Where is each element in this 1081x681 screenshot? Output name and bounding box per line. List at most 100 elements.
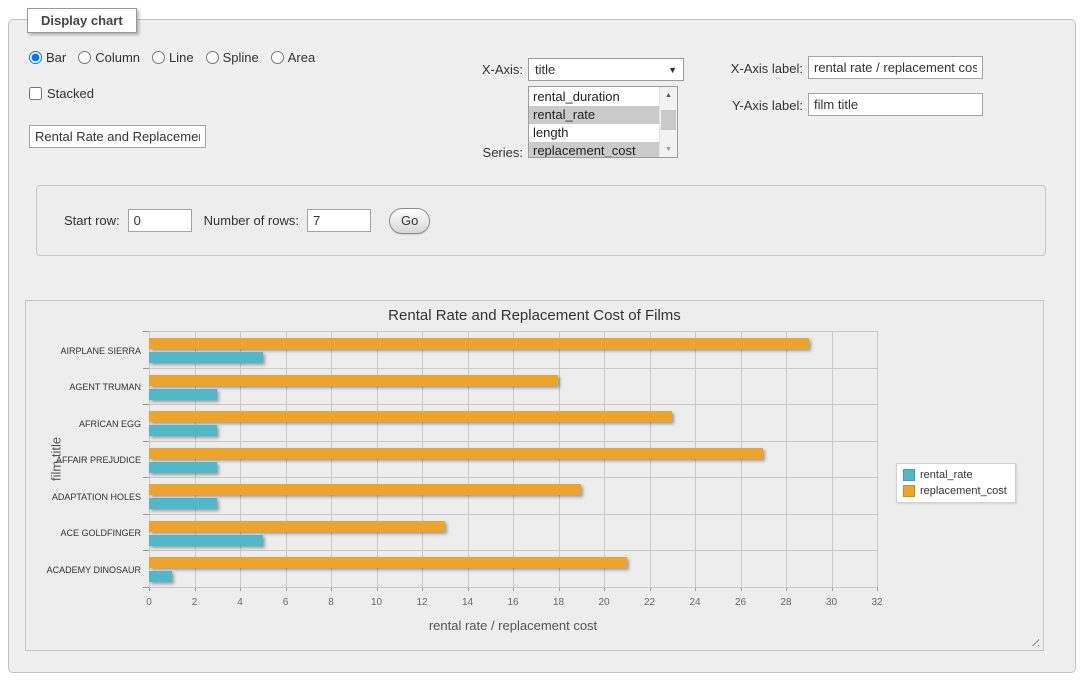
legend-label: replacement_cost <box>920 485 1007 497</box>
x-gridline <box>877 331 878 587</box>
series-option-rental_duration[interactable]: rental_duration <box>529 88 660 106</box>
x-tick-label: 8 <box>316 597 346 608</box>
y-gridline <box>149 368 877 369</box>
x-tick-label: 24 <box>680 597 710 608</box>
y-tick-mark <box>143 368 149 369</box>
x-gridline <box>741 331 742 587</box>
bar-rental_rate <box>149 352 263 363</box>
listbox-scrollbar[interactable]: ▲ ▼ <box>659 87 677 157</box>
x-gridline <box>513 331 514 587</box>
resize-handle-icon[interactable] <box>1028 635 1039 646</box>
plot-area: 02468101214161820222426283032AIRPLANE SI… <box>149 331 877 588</box>
x-axis-label-label: X-Axis label: <box>717 61 803 77</box>
bar-rental_rate <box>149 389 217 400</box>
scrollbar-thumb[interactable] <box>661 110 676 130</box>
radio-area[interactable] <box>271 51 284 64</box>
radio-column[interactable] <box>78 51 91 64</box>
stacked-checkbox[interactable] <box>29 87 42 100</box>
radio-spline[interactable] <box>206 51 219 64</box>
x-tick-label: 32 <box>862 597 892 608</box>
x-tick-label: 20 <box>589 597 619 608</box>
chart-container: Rental Rate and Replacement Cost of Film… <box>25 300 1044 651</box>
bar-rental_rate <box>149 498 217 509</box>
chart-type-option-spline[interactable]: Spline <box>206 50 259 65</box>
bar-rental_rate <box>149 535 263 546</box>
x-axis-select[interactable]: title ▼ <box>528 58 684 81</box>
bar-replacement_cost <box>149 375 558 386</box>
x-gridline <box>832 331 833 587</box>
legend-swatch-icon <box>903 485 915 497</box>
y-axis-label-label: Y-Axis label: <box>717 98 803 114</box>
scroll-up-icon[interactable]: ▲ <box>660 87 677 103</box>
row-range-panel: Start row: Number of rows: Go <box>36 185 1046 256</box>
legend-item-rental_rate[interactable]: rental_rate <box>903 469 1007 481</box>
x-gridline <box>468 331 469 587</box>
chart-title-input[interactable] <box>29 125 206 148</box>
x-tick-label: 26 <box>726 597 756 608</box>
category-label: ACADEMY DINOSAUR <box>33 565 141 575</box>
bar-replacement_cost <box>149 484 581 495</box>
legend-item-replacement_cost[interactable]: replacement_cost <box>903 485 1007 497</box>
x-gridline <box>149 331 150 587</box>
category-label: AFRICAN EGG <box>33 419 141 429</box>
series-option-length[interactable]: length <box>529 124 660 142</box>
x-gridline <box>377 331 378 587</box>
x-tick-label: 14 <box>453 597 483 608</box>
go-button[interactable]: Go <box>389 208 430 234</box>
start-row-input[interactable] <box>128 209 192 232</box>
bar-replacement_cost <box>149 338 809 349</box>
start-row-label: Start row: <box>64 213 120 228</box>
y-tick-mark <box>143 404 149 405</box>
x-axis-label-input[interactable] <box>808 56 983 79</box>
radio-line[interactable] <box>152 51 165 64</box>
y-tick-mark <box>143 477 149 478</box>
radio-bar[interactable] <box>29 51 42 64</box>
y-tick-mark <box>143 550 149 551</box>
stacked-option[interactable]: Stacked <box>29 86 94 101</box>
y-tick-mark <box>143 331 149 332</box>
bar-replacement_cost <box>149 448 763 459</box>
x-tick-label: 10 <box>362 597 392 608</box>
num-rows-label: Number of rows: <box>204 213 299 228</box>
chart-type-option-bar[interactable]: Bar <box>29 50 66 65</box>
x-axis-select-label: X-Axis: <box>459 62 523 78</box>
scroll-down-icon[interactable]: ▼ <box>660 141 677 157</box>
chart-type-option-area[interactable]: Area <box>271 50 315 65</box>
y-gridline <box>149 514 877 515</box>
series-option-replacement_cost[interactable]: replacement_cost <box>529 142 660 158</box>
display-chart-panel: Display chart Bar Column Line Spline Are… <box>8 19 1076 673</box>
chart-x-axis-title: rental rate / replacement cost <box>149 618 877 633</box>
x-tick-label: 16 <box>498 597 528 608</box>
radio-area-label: Area <box>288 50 315 65</box>
x-gridline <box>650 331 651 587</box>
bar-replacement_cost <box>149 557 627 568</box>
x-tick-label: 12 <box>407 597 437 608</box>
num-rows-input[interactable] <box>307 209 371 232</box>
chart-type-option-column[interactable]: Column <box>78 50 140 65</box>
x-tick-label: 18 <box>544 597 574 608</box>
dropdown-arrow-icon: ▼ <box>668 65 677 75</box>
chart-type-option-line[interactable]: Line <box>152 50 194 65</box>
bar-rental_rate <box>149 462 217 473</box>
radio-line-label: Line <box>169 50 194 65</box>
x-gridline <box>286 331 287 587</box>
series-option-rental_rate[interactable]: rental_rate <box>529 106 660 124</box>
x-gridline <box>195 331 196 587</box>
legend-label: rental_rate <box>920 469 973 481</box>
y-axis-label-input[interactable] <box>808 93 983 116</box>
y-gridline <box>149 404 877 405</box>
stacked-label: Stacked <box>47 86 94 101</box>
x-tick-mark <box>877 587 878 591</box>
series-listbox-label: Series: <box>459 145 523 161</box>
chart-legend-items: rental_rate replacement_cost <box>903 469 1007 497</box>
category-label: AFFAIR PREJUDICE <box>33 455 141 465</box>
category-label: ADAPTATION HOLES <box>33 492 141 502</box>
x-tick-label: 22 <box>635 597 665 608</box>
series-listbox[interactable]: rental_durationrental_ratelengthreplacem… <box>528 86 678 158</box>
x-gridline <box>422 331 423 587</box>
x-gridline <box>604 331 605 587</box>
bar-rental_rate <box>149 425 217 436</box>
x-tick-label: 30 <box>817 597 847 608</box>
x-gridline <box>786 331 787 587</box>
y-tick-mark <box>143 441 149 442</box>
